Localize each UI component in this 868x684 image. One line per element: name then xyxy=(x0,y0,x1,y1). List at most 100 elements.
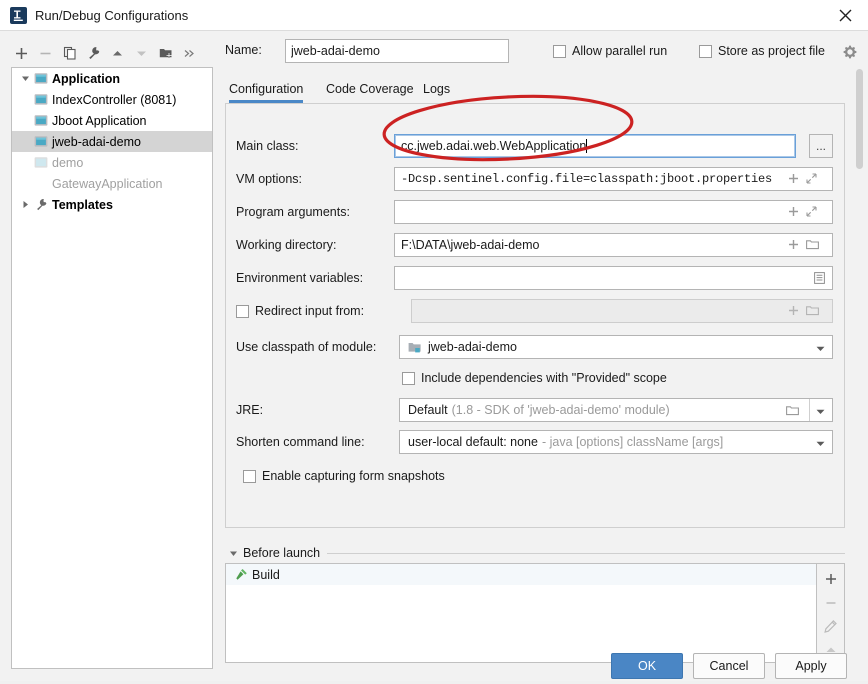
enable-form-snapshots-row: Enable capturing form snapshots xyxy=(226,464,846,490)
chevron-down-icon[interactable] xyxy=(816,346,825,352)
tree-node-templates[interactable]: Templates xyxy=(12,194,212,215)
vm-options-row: VM options: -Dcsp.sentinel.config.file=c… xyxy=(226,167,846,193)
tree-node-label: IndexController (8081) xyxy=(52,92,177,107)
move-up-button[interactable] xyxy=(106,42,129,64)
jre-combo[interactable]: Default (1.8 - SDK of 'jweb-adai-demo' m… xyxy=(399,398,833,422)
enable-form-snapshots-checkbox[interactable]: Enable capturing form snapshots xyxy=(243,469,445,483)
apply-button[interactable]: Apply xyxy=(775,653,847,679)
configurations-tree[interactable]: Application IndexController (8081) Jboot… xyxy=(11,67,213,669)
shorten-command-line-combo[interactable]: user-local default: none - java [options… xyxy=(399,430,833,454)
plus-icon[interactable] xyxy=(788,173,799,184)
main-class-row: Main class: cc.jweb.adai.web.WebApplicat… xyxy=(226,134,846,160)
tab-logs[interactable]: Logs xyxy=(423,77,450,103)
application-icon xyxy=(32,152,50,173)
tree-node-label: Templates xyxy=(52,197,113,212)
folder-icon[interactable] xyxy=(806,305,819,316)
gear-icon[interactable] xyxy=(843,45,857,59)
name-label: Name: xyxy=(225,43,262,57)
working-directory-value: F:\DATA\jweb-adai-demo xyxy=(401,238,540,252)
allow-parallel-run-checkbox[interactable]: Allow parallel run xyxy=(553,44,667,58)
folder-icon[interactable] xyxy=(786,405,799,419)
tree-node-demo[interactable]: demo xyxy=(12,152,212,173)
store-as-project-file-checkbox[interactable]: Store as project file xyxy=(699,44,825,58)
tree-node-jweb-adai-demo[interactable]: jweb-adai-demo xyxy=(12,131,212,152)
tab-code-coverage[interactable]: Code Coverage xyxy=(326,77,414,103)
checkbox-box[interactable] xyxy=(243,469,256,483)
chevron-down-icon[interactable] xyxy=(816,441,825,447)
jre-value-detail: (1.8 - SDK of 'jweb-adai-demo' module) xyxy=(451,403,670,417)
before-launch-header: Before launch xyxy=(225,543,845,563)
main-class-browse-button[interactable]: ... xyxy=(809,134,833,158)
tree-node-gatewayapplication[interactable]: GatewayApplication xyxy=(12,173,212,194)
configuration-tab-panel: Main class: cc.jweb.adai.web.WebApplicat… xyxy=(225,103,845,528)
add-configuration-button[interactable] xyxy=(10,42,33,64)
before-launch-item-label: Build xyxy=(252,567,280,582)
redirect-input-row: Redirect input from: xyxy=(226,299,846,325)
before-launch-list[interactable]: Build xyxy=(225,563,817,663)
tab-configuration[interactable]: Configuration xyxy=(229,77,304,103)
move-into-folder-button[interactable] xyxy=(154,42,177,64)
tree-node-label: demo xyxy=(52,155,84,170)
edit-templates-button[interactable] xyxy=(82,42,105,64)
dialog-scrollbar[interactable] xyxy=(855,69,864,249)
expand-icon[interactable] xyxy=(806,173,817,184)
use-classpath-module-combo[interactable]: jweb-adai-demo xyxy=(399,335,833,359)
checkbox-box[interactable] xyxy=(402,371,415,385)
plus-icon[interactable] xyxy=(788,206,799,217)
application-icon xyxy=(32,89,50,110)
main-class-label: Main class: xyxy=(236,139,299,153)
triangle-down-icon[interactable] xyxy=(18,68,32,89)
tree-node-indexcontroller[interactable]: IndexController (8081) xyxy=(12,89,212,110)
list-editor-icon[interactable] xyxy=(814,272,825,284)
working-directory-input[interactable]: F:\DATA\jweb-adai-demo xyxy=(394,233,833,257)
include-provided-scope-checkbox[interactable]: Include dependencies with "Provided" sco… xyxy=(402,371,667,385)
expand-icon[interactable] xyxy=(806,206,817,217)
main-class-input[interactable]: cc.jweb.adai.web.WebApplication xyxy=(394,134,796,158)
copy-configuration-button[interactable] xyxy=(58,42,81,64)
close-button[interactable] xyxy=(822,0,868,30)
cancel-label: Cancel xyxy=(709,659,749,673)
application-icon xyxy=(32,68,50,89)
checkbox-box[interactable] xyxy=(699,44,712,58)
program-arguments-row: Program arguments: xyxy=(226,200,846,226)
program-arguments-input[interactable] xyxy=(394,200,833,224)
store-as-project-file-label: Store as project file xyxy=(718,44,825,58)
configuration-editor: Name: Allow parallel run Store as projec… xyxy=(222,31,868,684)
environment-variables-input[interactable] xyxy=(394,266,833,290)
more-options-button[interactable] xyxy=(178,42,201,64)
browse-button-label: ... xyxy=(815,139,826,153)
checkbox-box[interactable] xyxy=(553,44,566,58)
add-task-button[interactable] xyxy=(818,567,844,591)
remove-configuration-button[interactable] xyxy=(34,42,57,64)
window-title: Run/Debug Configurations xyxy=(35,8,189,23)
name-input[interactable] xyxy=(285,39,509,63)
environment-variables-row: Environment variables: xyxy=(226,266,846,292)
tab-label: Configuration xyxy=(229,82,304,96)
cancel-button[interactable]: Cancel xyxy=(693,653,765,679)
remove-task-button[interactable] xyxy=(818,591,844,615)
tree-node-application[interactable]: Application xyxy=(12,68,212,89)
move-down-button[interactable] xyxy=(130,42,153,64)
checkbox-box[interactable] xyxy=(236,304,249,318)
plus-icon[interactable] xyxy=(788,305,799,316)
before-launch-title: Before launch xyxy=(243,546,321,560)
jre-label: JRE: xyxy=(236,403,264,417)
triangle-down-icon[interactable] xyxy=(225,545,241,561)
triangle-right-icon[interactable] xyxy=(18,194,32,215)
edit-task-button[interactable] xyxy=(818,615,844,639)
apply-label: Apply xyxy=(795,659,827,673)
jre-value: Default xyxy=(408,403,448,417)
redirect-input-field[interactable] xyxy=(411,299,833,323)
scrollbar-thumb[interactable] xyxy=(856,69,863,169)
plus-icon[interactable] xyxy=(788,239,799,250)
folder-icon[interactable] xyxy=(806,239,819,250)
vm-options-input[interactable]: -Dcsp.sentinel.config.file=classpath:jbo… xyxy=(394,167,833,191)
redirect-input-checkbox[interactable]: Redirect input from: xyxy=(236,304,364,318)
main-class-value: cc.jweb.adai.web.WebApplication xyxy=(401,139,587,153)
tree-node-jboot-application[interactable]: Jboot Application xyxy=(12,110,212,131)
before-launch-divider xyxy=(327,552,845,554)
chevron-down-icon[interactable] xyxy=(816,409,825,415)
before-launch-item-build[interactable]: Build xyxy=(226,564,816,585)
ok-button[interactable]: OK xyxy=(611,653,683,679)
include-provided-scope-row: Include dependencies with "Provided" sco… xyxy=(226,366,846,392)
